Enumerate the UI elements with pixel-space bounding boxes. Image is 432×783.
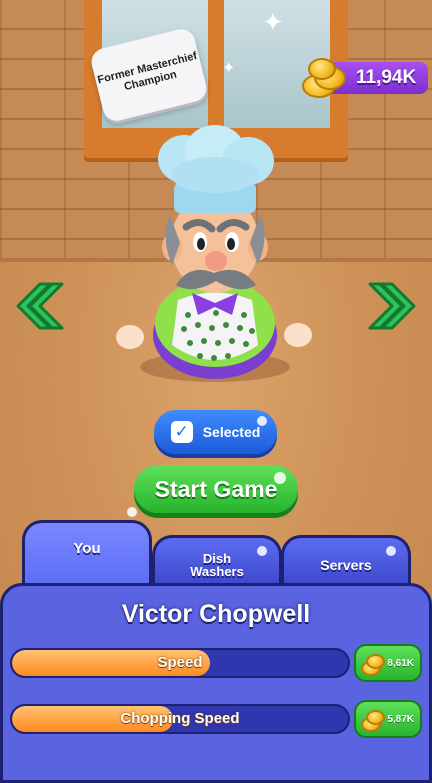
chopping-speed-upgrade-cost: 5,87K <box>387 713 414 725</box>
double-chevron-right-icon[interactable] <box>366 278 422 334</box>
gold-coins-icon <box>361 710 385 732</box>
start-game-label: Start Game <box>154 475 278 502</box>
chef-character <box>100 125 330 385</box>
selected-label: Selected <box>202 424 261 440</box>
speed-upgrade-button[interactable]: 8,61K <box>354 644 422 682</box>
sparkle-icon: ✦ <box>262 8 284 38</box>
speed-stat-label: Speed <box>157 654 203 671</box>
gold-coins-icon <box>361 654 385 676</box>
speed-stat-bar: Speed <box>10 648 350 678</box>
speed-upgrade-cost: 8,61K <box>387 657 414 669</box>
tab-servers-label: Servers <box>320 556 372 573</box>
selected-button[interactable]: ✓ Selected <box>154 410 277 454</box>
currency-amount: 11,94K <box>356 67 417 88</box>
chopping-speed-stat-bar: Chopping Speed <box>10 704 350 734</box>
chopping-speed-upgrade-button[interactable]: 5,87K <box>354 700 422 738</box>
character-name: Victor Chopwell <box>121 600 311 628</box>
gold-coins-icon <box>302 58 346 98</box>
tab-you-label: You <box>73 540 101 557</box>
double-chevron-left-icon[interactable] <box>10 278 66 334</box>
tab-dish-washers-label: Dish Washers <box>190 550 244 579</box>
start-game-button[interactable]: Start Game <box>134 465 298 513</box>
sparkle-icon: ✦ <box>222 58 236 77</box>
chopping-speed-stat-label: Chopping Speed <box>120 710 240 727</box>
checkmark-icon: ✓ <box>170 421 193 443</box>
title-badge-text: Former Masterchief Champion <box>96 50 199 94</box>
